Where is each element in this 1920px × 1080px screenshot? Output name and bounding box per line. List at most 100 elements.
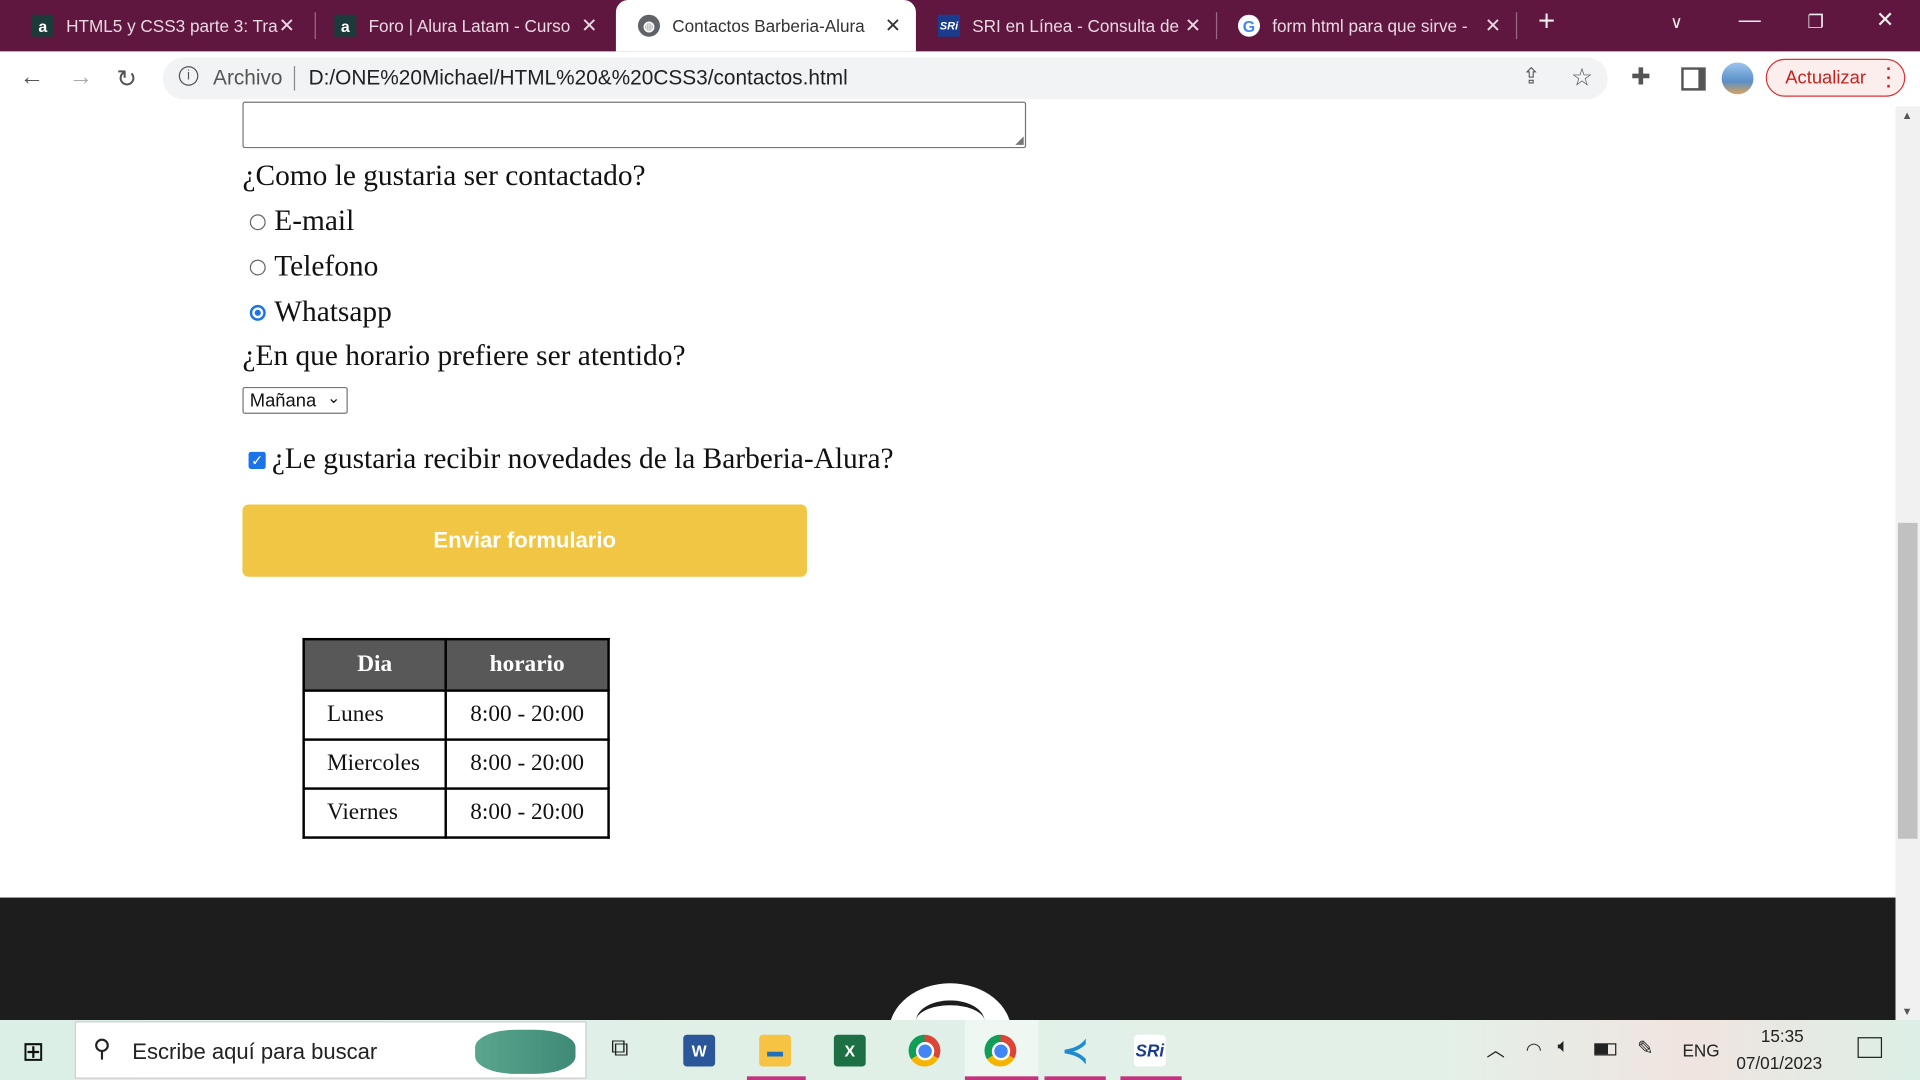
excel-icon[interactable]: X	[833, 1034, 866, 1067]
radio-email[interactable]	[249, 214, 266, 231]
notifications-icon[interactable]	[1857, 1037, 1883, 1058]
bookmark-star-icon[interactable]: ☆	[1571, 62, 1593, 93]
tab-html5-css3[interactable]: a HTML5 y CSS3 parte 3: Tra ✕	[10, 0, 310, 51]
extensions-icon[interactable]: ✚	[1631, 64, 1650, 92]
chevron-down-icon: ⌄	[327, 388, 341, 407]
sri-app-label: SRi	[1135, 1040, 1165, 1061]
back-icon[interactable]: ←	[20, 64, 44, 92]
language-indicator[interactable]: ENG	[1682, 1041, 1719, 1061]
side-panel-icon[interactable]	[1681, 67, 1706, 91]
cell-hours: 8:00 - 20:00	[444, 689, 610, 741]
chrome-icon-active[interactable]	[984, 1034, 1017, 1067]
header-dia: Dia	[302, 637, 447, 692]
clock-time[interactable]: 15:35	[1761, 1026, 1804, 1046]
close-window-icon[interactable]: ✕	[1876, 7, 1894, 33]
alura-icon: a	[31, 14, 54, 37]
windows-taskbar: ⊞ ⚲ Escribe aquí para buscar ⧉ W ▬ X ≺ S…	[0, 1020, 1920, 1080]
tab-search-chevron-icon[interactable]: ∨	[1670, 12, 1683, 33]
close-tab-icon[interactable]: ✕	[1485, 13, 1501, 37]
table-header-row: Dia horario	[302, 637, 610, 692]
submit-label: Enviar formulario	[433, 527, 616, 553]
update-button[interactable]: Actualizar · · ·	[1765, 58, 1906, 97]
reload-icon[interactable]: ↻	[116, 64, 137, 95]
tab-sri[interactable]: SRi SRI en Línea - Consulta de ✕	[916, 0, 1216, 51]
tab-contactos[interactable]: ◍ Contactos Barberia-Alura ✕	[615, 0, 916, 52]
menu-dots-icon[interactable]: · · ·	[1886, 60, 1892, 94]
restore-icon[interactable]: ❐	[1807, 11, 1823, 33]
table-row: Lunes 8:00 - 20:00	[302, 689, 610, 741]
windows-start-icon[interactable]: ⊞	[22, 1036, 45, 1068]
sri-icon: SRi	[937, 14, 961, 37]
message-textarea[interactable]: ◢	[242, 101, 1027, 149]
radio-whatsapp[interactable]	[249, 304, 266, 321]
scroll-down-icon[interactable]: ▼	[1902, 1005, 1913, 1017]
search-placeholder: Escribe aquí para buscar	[132, 1039, 378, 1065]
address-bar[interactable]: i Archivo D:/ONE%20Michael/HTML%20&%20CS…	[162, 57, 1608, 100]
battery-icon[interactable]	[1594, 1043, 1617, 1056]
radio-email-label[interactable]: E-mail	[274, 206, 354, 239]
task-view-icon[interactable]: ⧉	[611, 1035, 628, 1063]
contact-question: ¿Como le gustaria ser contactado?	[242, 160, 646, 193]
newsletter-label[interactable]: ¿Le gustaria recibir novedades de la Bar…	[272, 443, 894, 476]
browser-toolbar: ← → ↻ i Archivo D:/ONE%20Michael/HTML%20…	[0, 51, 1920, 108]
tab-divider	[1515, 12, 1518, 40]
close-tab-icon[interactable]: ✕	[279, 13, 295, 37]
tab-strip: a HTML5 y CSS3 parte 3: Tra ✕ a Foro | A…	[0, 0, 1920, 52]
cell-day: Lunes	[302, 689, 447, 741]
new-tab-icon[interactable]: +	[1538, 5, 1555, 39]
cell-hours: 8:00 - 20:00	[444, 738, 610, 790]
resize-handle-icon[interactable]: ◢	[1015, 133, 1023, 146]
volume-icon[interactable]: 🔈︎	[1558, 1036, 1570, 1058]
table-row: Miercoles 8:00 - 20:00	[302, 738, 610, 790]
search-highlight-image	[475, 1029, 576, 1074]
vscode-icon[interactable]: ≺	[1059, 1032, 1091, 1069]
share-icon[interactable]: ⇪	[1522, 64, 1540, 90]
radio-telefono-label[interactable]: Telefono	[274, 251, 378, 284]
wifi-icon[interactable]: ◠	[1526, 1038, 1542, 1061]
alura-icon: a	[334, 14, 357, 37]
address-divider	[293, 66, 296, 91]
scrollbar-thumb[interactable]	[1897, 522, 1918, 839]
app-active-indicator	[964, 1076, 1039, 1080]
app-active-indicator	[1120, 1076, 1182, 1080]
tab-google-search[interactable]: G form html para que sirve - ✕	[1216, 0, 1516, 51]
show-hidden-icons-chevron[interactable]: ︿	[1487, 1037, 1505, 1063]
clock-date[interactable]: 07/01/2023	[1736, 1053, 1822, 1073]
taskbar-search-box[interactable]: ⚲ Escribe aquí para buscar	[74, 1021, 587, 1079]
cell-hours: 8:00 - 20:00	[444, 787, 610, 839]
tab-title: SRI en Línea - Consulta de	[972, 15, 1180, 36]
close-tab-icon[interactable]: ✕	[581, 13, 597, 37]
tab-title: form html para que sirve -	[1272, 15, 1468, 36]
sri-app-icon[interactable]: SRi	[1133, 1034, 1166, 1067]
tab-title: HTML5 y CSS3 parte 3: Tra	[66, 15, 278, 36]
tab-foro-alura[interactable]: a Foro | Alura Latam - Curso ✕	[312, 0, 612, 51]
google-icon: G	[1237, 14, 1261, 37]
schedule-table: Dia horario Lunes 8:00 - 20:00 Miercoles 8…	[302, 637, 610, 839]
info-icon[interactable]: i	[178, 66, 199, 86]
search-icon: ⚲	[93, 1035, 112, 1063]
globe-icon: ◍	[637, 14, 661, 37]
scroll-up-icon[interactable]: ▲	[1902, 109, 1913, 121]
newsletter-checkbox[interactable]: ✓	[248, 451, 266, 469]
word-icon[interactable]: W	[683, 1034, 716, 1067]
app-active-indicator	[746, 1076, 806, 1080]
schedule-selected-value: Mañana	[249, 390, 317, 412]
forward-icon[interactable]: →	[69, 64, 93, 92]
chrome-icon[interactable]	[908, 1034, 941, 1067]
pen-icon[interactable]: ✎	[1637, 1036, 1653, 1060]
file-explorer-icon[interactable]: ▬	[759, 1034, 792, 1067]
url-text[interactable]: D:/ONE%20Michael/HTML%20&%20CSS3/contact…	[309, 66, 848, 90]
page-scrollbar[interactable]: ▲ ▼	[1895, 106, 1920, 1021]
profile-avatar[interactable]	[1721, 62, 1754, 95]
radio-whatsapp-label[interactable]: Whatsapp	[274, 296, 392, 329]
header-horario: horario	[444, 637, 610, 692]
close-tab-icon[interactable]: ✕	[885, 13, 901, 37]
radio-telefono[interactable]	[249, 259, 266, 276]
submit-button[interactable]: Enviar formulario	[242, 504, 807, 577]
minimize-icon[interactable]: —	[1739, 7, 1761, 33]
page-content: ◢ ¿Como le gustaria ser contactado? E-ma…	[0, 101, 1896, 1021]
update-label: Actualizar	[1785, 67, 1866, 89]
schedule-select[interactable]: Mañana ⌄	[242, 386, 348, 414]
close-tab-icon[interactable]: ✕	[1185, 13, 1201, 37]
tab-title: Contactos Barberia-Alura	[672, 15, 865, 36]
